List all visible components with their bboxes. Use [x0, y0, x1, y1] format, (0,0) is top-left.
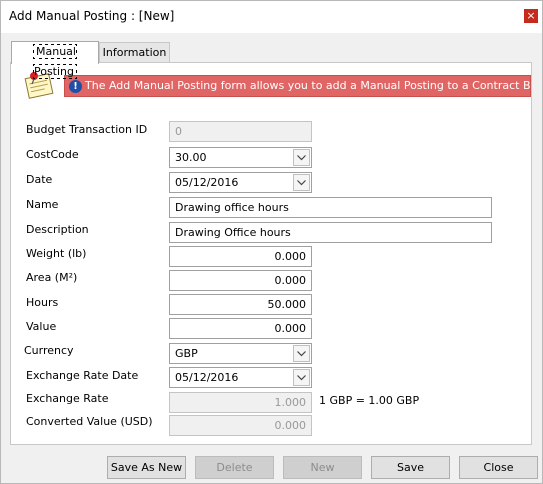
- date-label: Date: [26, 173, 53, 186]
- new-button: New: [283, 456, 362, 479]
- value-label: Value: [26, 320, 57, 333]
- cost-code-label: CostCode: [26, 148, 79, 161]
- tab-manual-posting-label: Manual Posting: [32, 44, 78, 79]
- date-picker[interactable]: 05/12/2016: [169, 172, 312, 193]
- add-manual-posting-dialog: Add Manual Posting : [New] × Manual Post…: [0, 0, 543, 484]
- conversion-rate-text: 1 GBP = 1.00 GBP: [319, 394, 420, 407]
- info-banner: ! The Add Manual Posting form allows you…: [64, 75, 531, 97]
- tab-information[interactable]: Information: [99, 42, 170, 63]
- chevron-down-icon[interactable]: [293, 369, 310, 386]
- date-value: 05/12/2016: [175, 176, 239, 189]
- exchange-rate-date-picker[interactable]: 05/12/2016: [169, 367, 312, 388]
- chevron-down-icon[interactable]: [293, 345, 310, 362]
- currency-value: GBP: [175, 347, 198, 360]
- area-label: Area (M²): [26, 271, 78, 284]
- delete-button: Delete: [195, 456, 274, 479]
- converted-value-field: 0.000: [169, 415, 312, 436]
- close-button[interactable]: Close: [459, 456, 538, 479]
- chevron-down-icon[interactable]: [293, 149, 310, 166]
- currency-select[interactable]: GBP: [169, 343, 312, 364]
- budget-transaction-id-field: 0: [169, 121, 312, 142]
- exchange-rate-label: Exchange Rate: [26, 392, 109, 405]
- hours-field[interactable]: 50.000: [169, 294, 312, 315]
- hours-label: Hours: [26, 296, 59, 309]
- save-button[interactable]: Save: [371, 456, 450, 479]
- exchange-rate-date-value: 05/12/2016: [175, 371, 239, 384]
- tab-manual-posting[interactable]: Manual Posting: [11, 41, 99, 79]
- name-field[interactable]: Drawing office hours: [169, 197, 492, 218]
- currency-label: Currency: [24, 344, 74, 357]
- cost-code-value: 30.00: [175, 151, 207, 164]
- converted-value-label: Converted Value (USD): [26, 415, 153, 428]
- value-field[interactable]: 0.000: [169, 318, 312, 339]
- name-label: Name: [26, 198, 59, 211]
- budget-transaction-id-label: Budget Transaction ID: [26, 123, 148, 136]
- tab-information-label: Information: [102, 46, 167, 59]
- cost-code-select[interactable]: 30.00: [169, 147, 312, 168]
- weight-field[interactable]: 0.000: [169, 246, 312, 267]
- chevron-down-icon[interactable]: [293, 174, 310, 191]
- weight-label: Weight (lb): [26, 247, 87, 260]
- exchange-rate-field: 1.000: [169, 392, 312, 413]
- close-window-icon[interactable]: ×: [524, 9, 538, 23]
- description-field[interactable]: Drawing Office hours: [169, 222, 492, 243]
- title-bar: Add Manual Posting : [New] ×: [1, 1, 542, 33]
- area-field[interactable]: 0.000: [169, 270, 312, 291]
- manual-posting-panel: ! The Add Manual Posting form allows you…: [10, 62, 532, 445]
- exchange-rate-date-label: Exchange Rate Date: [26, 369, 139, 382]
- description-label: Description: [26, 223, 89, 236]
- window-title: Add Manual Posting : [New]: [9, 9, 175, 23]
- info-banner-text: The Add Manual Posting form allows you t…: [85, 79, 531, 92]
- save-as-new-button[interactable]: Save As New: [107, 456, 186, 479]
